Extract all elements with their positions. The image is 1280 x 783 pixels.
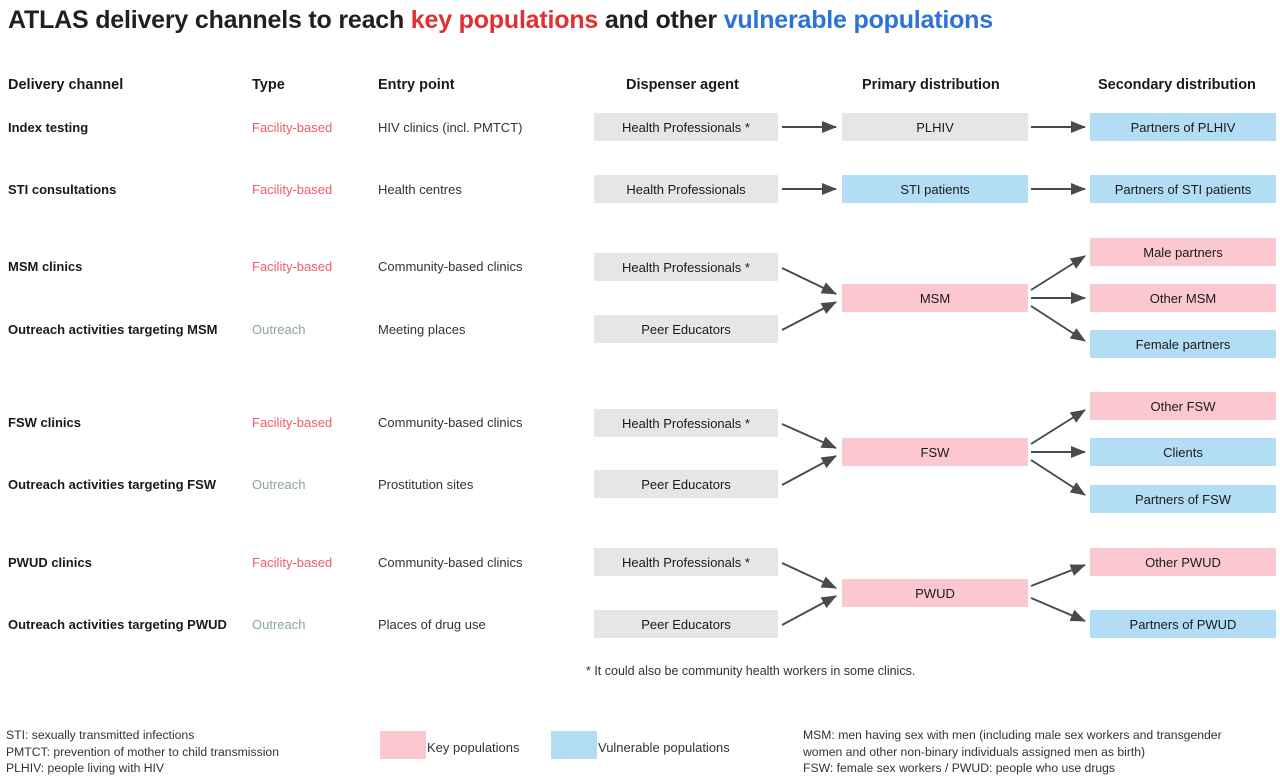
secondary-box-male-partners[interactable]: Male partners: [1090, 238, 1276, 266]
table-row-entry-point: Health centres: [378, 182, 462, 197]
table-row-entry-point: HIV clinics (incl. PMTCT): [378, 120, 523, 135]
title-part-1: ATLAS delivery channels to reach: [8, 6, 411, 34]
dispenser-label: Peer Educators: [641, 321, 731, 337]
dispenser-box[interactable]: Peer Educators: [594, 315, 778, 343]
page-title: ATLAS delivery channels to reach key pop…: [8, 6, 1272, 35]
abbrev-msm-line-2: women and other non-binary individuals a…: [803, 744, 1146, 759]
table-row-type: Facility-based: [252, 555, 333, 570]
primary-box-sti-patients[interactable]: STI patients: [842, 175, 1028, 203]
legend-swatch-key-populations: [380, 731, 426, 759]
dispenser-box[interactable]: Health Professionals *: [594, 409, 778, 437]
secondary-label: Partners of PWUD: [1129, 616, 1237, 632]
secondary-box-female-partners[interactable]: Female partners: [1090, 330, 1276, 358]
table-row-type: Outreach: [252, 322, 306, 337]
table-row-type: Facility-based: [252, 182, 333, 197]
dispenser-label: Health Professionals: [626, 181, 746, 197]
secondary-box-partners-of-sti-patients[interactable]: Partners of STI patients: [1090, 175, 1276, 203]
table-row-type: Facility-based: [252, 415, 333, 430]
dispenser-label: Peer Educators: [641, 616, 731, 632]
table-row-channel: Outreach activities targeting PWUD: [8, 617, 227, 632]
primary-box-pwud[interactable]: PWUD: [842, 579, 1028, 607]
legend-label-key-populations: Key populations: [427, 740, 520, 755]
dispenser-label: Health Professionals *: [622, 119, 750, 135]
dispenser-box[interactable]: Health Professionals *: [594, 253, 778, 281]
primary-label: STI patients: [900, 181, 970, 197]
abbrev-sti: STI: sexually transmitted infections: [6, 728, 195, 742]
secondary-box-other-msm[interactable]: Other MSM: [1090, 284, 1276, 312]
dispenser-label: Health Professionals *: [622, 554, 750, 570]
secondary-box-partners-of-plhiv[interactable]: Partners of PLHIV: [1090, 113, 1276, 141]
secondary-label: Clients: [1163, 444, 1203, 460]
table-row-type: Facility-based: [252, 120, 333, 135]
title-key-populations: key populations: [410, 6, 599, 34]
secondary-label: Partners of STI patients: [1114, 181, 1252, 197]
primary-label: MSM: [919, 290, 951, 306]
abbrev-pmtct: PMTCT: prevention of mother to child tra…: [6, 744, 279, 759]
secondary-label: Other PWUD: [1145, 554, 1221, 570]
title-vulnerable-populations: vulnerable populations: [723, 6, 993, 34]
secondary-box-other-fsw[interactable]: Other FSW: [1090, 392, 1276, 420]
dispenser-label: Health Professionals *: [622, 259, 750, 275]
secondary-box-partners-of-fsw[interactable]: Partners of FSW: [1090, 485, 1276, 513]
secondary-label: Male partners: [1143, 244, 1223, 260]
dispenser-box[interactable]: Health Professionals *: [594, 548, 778, 576]
secondary-box-clients[interactable]: Clients: [1090, 438, 1276, 466]
table-row-channel: Outreach activities targeting FSW: [8, 477, 217, 492]
table-row-channel: FSW clinics: [8, 415, 81, 430]
table-row-entry-point: Prostitution sites: [378, 477, 474, 492]
primary-label: FSW: [920, 444, 950, 460]
table-row-channel: Outreach activities targeting MSM: [8, 322, 218, 337]
primary-box-plhiv[interactable]: PLHIV: [842, 113, 1028, 141]
dispenser-box[interactable]: Health Professionals *: [594, 113, 778, 141]
header-primary-distribution: Primary distribution: [862, 77, 1000, 93]
dispenser-box[interactable]: Health Professionals: [594, 175, 778, 203]
header-secondary-distribution: Secondary distribution: [1098, 77, 1256, 93]
header-type: Type: [252, 77, 285, 93]
dispenser-label: Health Professionals *: [622, 415, 750, 431]
table-row-channel: PWUD clinics: [8, 555, 92, 570]
abbrev-plhiv: PLHIV: people living with HIV: [6, 761, 165, 775]
header-delivery-channel: Delivery channel: [8, 77, 124, 93]
dispenser-box[interactable]: Peer Educators: [594, 470, 778, 498]
table-row-type: Facility-based: [252, 259, 333, 274]
table-row-entry-point: Meeting places: [378, 322, 466, 337]
dispenser-box[interactable]: Peer Educators: [594, 610, 778, 638]
secondary-box-other-pwud[interactable]: Other PWUD: [1090, 548, 1276, 576]
primary-box-msm[interactable]: MSM: [842, 284, 1028, 312]
title-part-2: and other: [598, 6, 724, 34]
abbrev-msm-line-1: MSM: men having sex with men (including …: [803, 728, 1222, 742]
secondary-label: Other MSM: [1149, 290, 1217, 306]
table-row-entry-point: Places of drug use: [378, 617, 486, 632]
table-row-channel: Index testing: [8, 120, 89, 135]
dispenser-label: Peer Educators: [641, 476, 731, 492]
primary-box-fsw[interactable]: FSW: [842, 438, 1028, 466]
header-dispenser-agent: Dispenser agent: [626, 77, 739, 93]
legend-swatch-vulnerable-populations: [551, 731, 597, 759]
abbrev-fsw-pwud: FSW: female sex workers / PWUD: people w…: [803, 761, 1116, 775]
primary-label: PWUD: [915, 585, 955, 601]
table-row-entry-point: Community-based clinics: [378, 415, 523, 430]
header-entry-point: Entry point: [378, 77, 455, 93]
table-row-entry-point: Community-based clinics: [378, 259, 523, 274]
abbreviations-left: STI: sexually transmitted infections PMT…: [6, 727, 279, 777]
table-row-type: Outreach: [252, 617, 306, 632]
primary-label: PLHIV: [916, 119, 954, 135]
secondary-label: Partners of PLHIV: [1130, 119, 1236, 135]
secondary-label: Other FSW: [1150, 398, 1216, 414]
legend-label-vulnerable-populations: Vulnerable populations: [598, 740, 730, 755]
table-row-channel: MSM clinics: [8, 259, 83, 274]
footnote-health-professionals: * It could also be community health work…: [586, 664, 916, 678]
secondary-box-partners-of-pwud[interactable]: Partners of PWUD: [1090, 610, 1276, 638]
table-row-channel: STI consultations: [8, 182, 117, 197]
secondary-label: Partners of FSW: [1134, 491, 1232, 507]
abbreviations-right: MSM: men having sex with men (including …: [803, 727, 1222, 777]
table-row-entry-point: Community-based clinics: [378, 555, 523, 570]
secondary-label: Female partners: [1135, 336, 1231, 352]
table-row-type: Outreach: [252, 477, 306, 492]
